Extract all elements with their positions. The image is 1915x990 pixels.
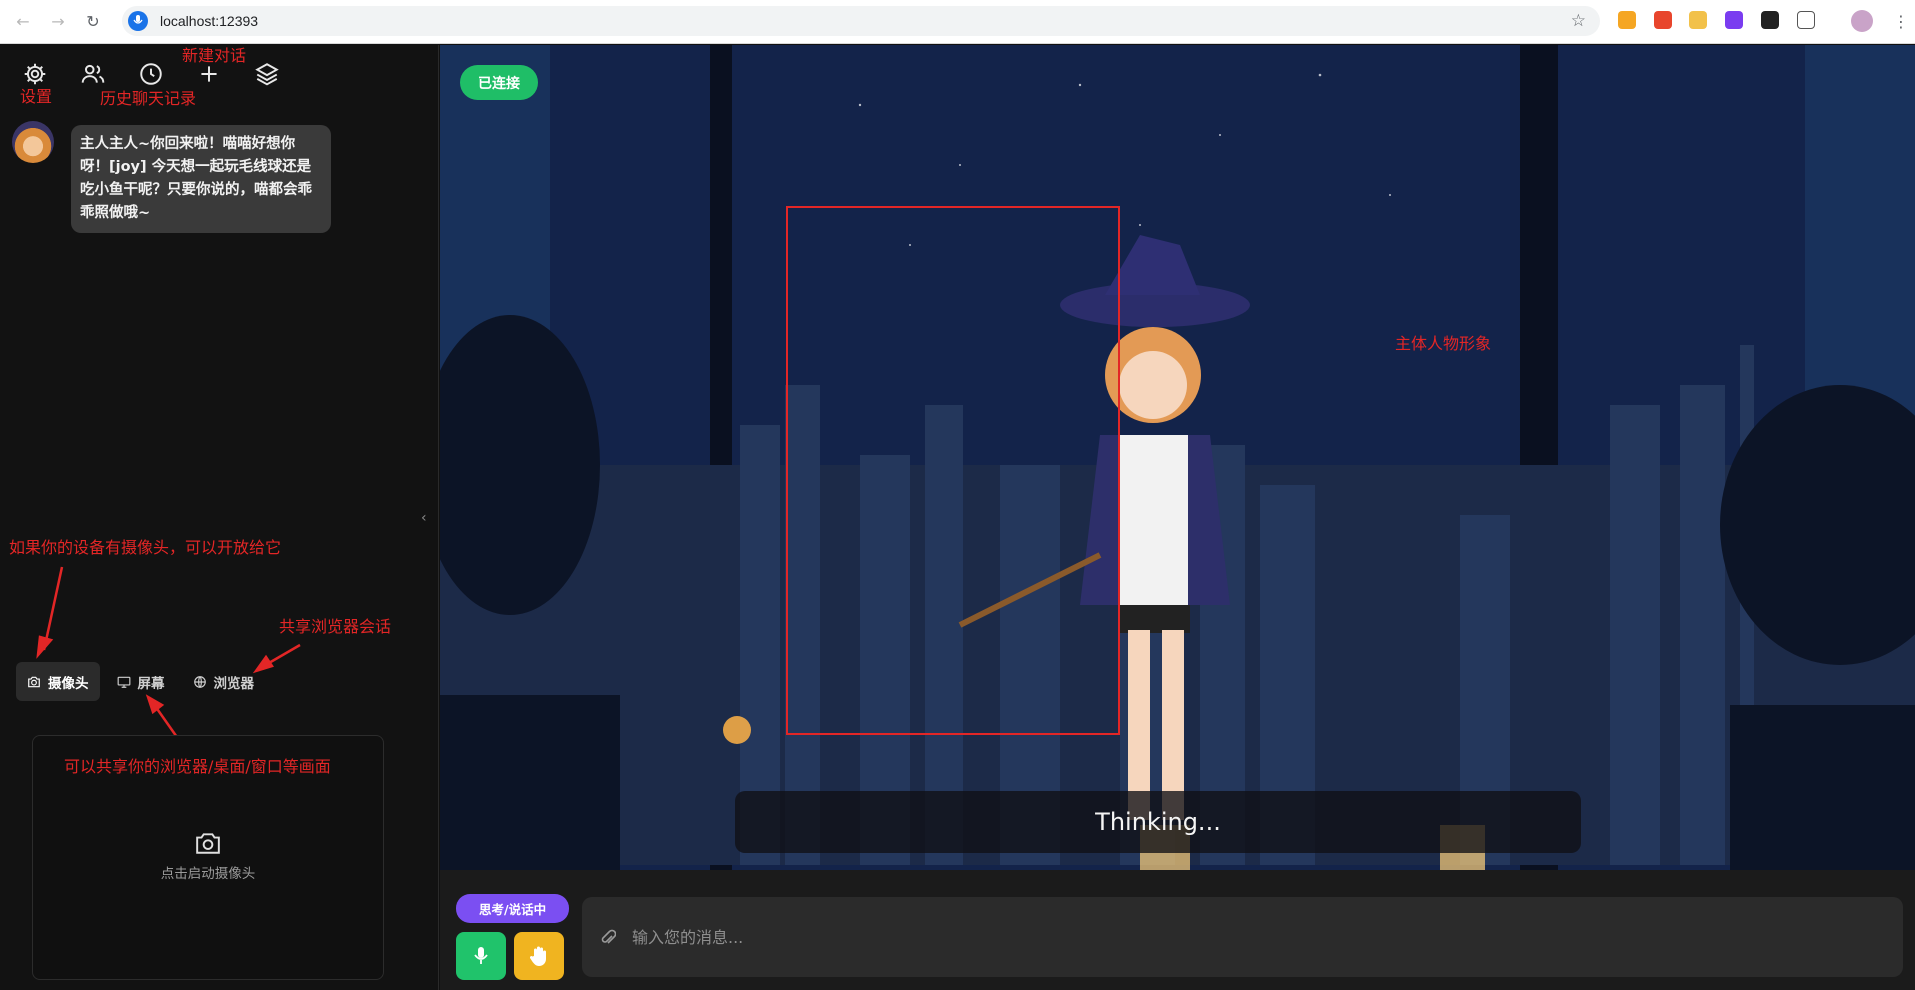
camera-icon bbox=[28, 676, 40, 687]
back-icon[interactable]: ← bbox=[11, 10, 35, 34]
bookmark-star-icon[interactable]: ☆ bbox=[1571, 11, 1586, 31]
extension-icon[interactable] bbox=[1689, 11, 1707, 29]
camera-icon bbox=[196, 833, 220, 854]
tab-screen[interactable]: 屏幕 bbox=[106, 662, 176, 701]
sidebar: 设置 新建对话 历史聊天记录 主人主人~你回来啦！喵喵好想你呀！[joy] 今天… bbox=[0, 45, 439, 990]
message-box bbox=[582, 897, 1903, 977]
hand-icon bbox=[529, 946, 546, 966]
annotation-character: 主体人物形象 bbox=[1395, 334, 1492, 353]
status-badge: 思考/说话中 bbox=[456, 894, 570, 923]
camera-panel[interactable]: 可以共享你的浏览器/桌面/窗口等画面 点击启动摄像头 bbox=[32, 735, 384, 980]
browser-menu-icon[interactable]: ⋮ bbox=[1893, 12, 1909, 31]
camera-start-hint: 点击启动摄像头 bbox=[160, 866, 256, 882]
tab-browser-label: 浏览器 bbox=[213, 675, 255, 692]
forward-icon[interactable]: → bbox=[46, 10, 70, 34]
tab-camera-label: 摄像头 bbox=[48, 675, 89, 692]
attachment-icon[interactable] bbox=[600, 927, 616, 947]
message-input[interactable] bbox=[632, 922, 1903, 952]
tab-browser[interactable]: 浏览器 bbox=[182, 662, 266, 701]
input-bar: 思考/说话中 bbox=[440, 870, 1915, 990]
browser-toolbar: ← → ↻ localhost:12393 ☆ ⋮ bbox=[0, 0, 1915, 44]
extensions-puzzle-icon[interactable] bbox=[1797, 11, 1815, 29]
extension-icon[interactable] bbox=[1618, 11, 1636, 29]
annotation-share-screen: 可以共享你的浏览器/桌面/窗口等画面 bbox=[64, 757, 331, 776]
monitor-icon bbox=[117, 676, 130, 688]
mic-permission-icon[interactable] bbox=[128, 11, 148, 31]
url-text: localhost:12393 bbox=[160, 13, 259, 29]
connection-status-badge: 已连接 bbox=[460, 65, 538, 100]
tab-screen-label: 屏幕 bbox=[137, 675, 165, 692]
microphone-icon bbox=[474, 947, 488, 964]
extension-icon[interactable] bbox=[1725, 11, 1743, 29]
address-bar[interactable]: localhost:12393 ☆ bbox=[122, 6, 1600, 36]
extension-icon[interactable] bbox=[1761, 11, 1779, 29]
tab-camera[interactable]: 摄像头 bbox=[16, 662, 100, 701]
live2d-stage[interactable]: 已连接 主体人物形象 Thinking... ⌄ bbox=[440, 45, 1915, 870]
globe-icon bbox=[193, 675, 206, 688]
thinking-subtitle: Thinking... bbox=[735, 791, 1581, 853]
reload-icon[interactable]: ↻ bbox=[81, 10, 105, 34]
interrupt-hand-button[interactable] bbox=[514, 932, 564, 980]
profile-avatar[interactable] bbox=[1851, 10, 1873, 32]
city-background bbox=[440, 45, 1915, 870]
collapse-sidebar-icon[interactable]: ‹ bbox=[421, 510, 427, 526]
microphone-button[interactable] bbox=[456, 932, 506, 980]
media-tabs: 摄像头 屏幕 浏览器 bbox=[16, 662, 265, 701]
extension-icon[interactable] bbox=[1654, 11, 1672, 29]
